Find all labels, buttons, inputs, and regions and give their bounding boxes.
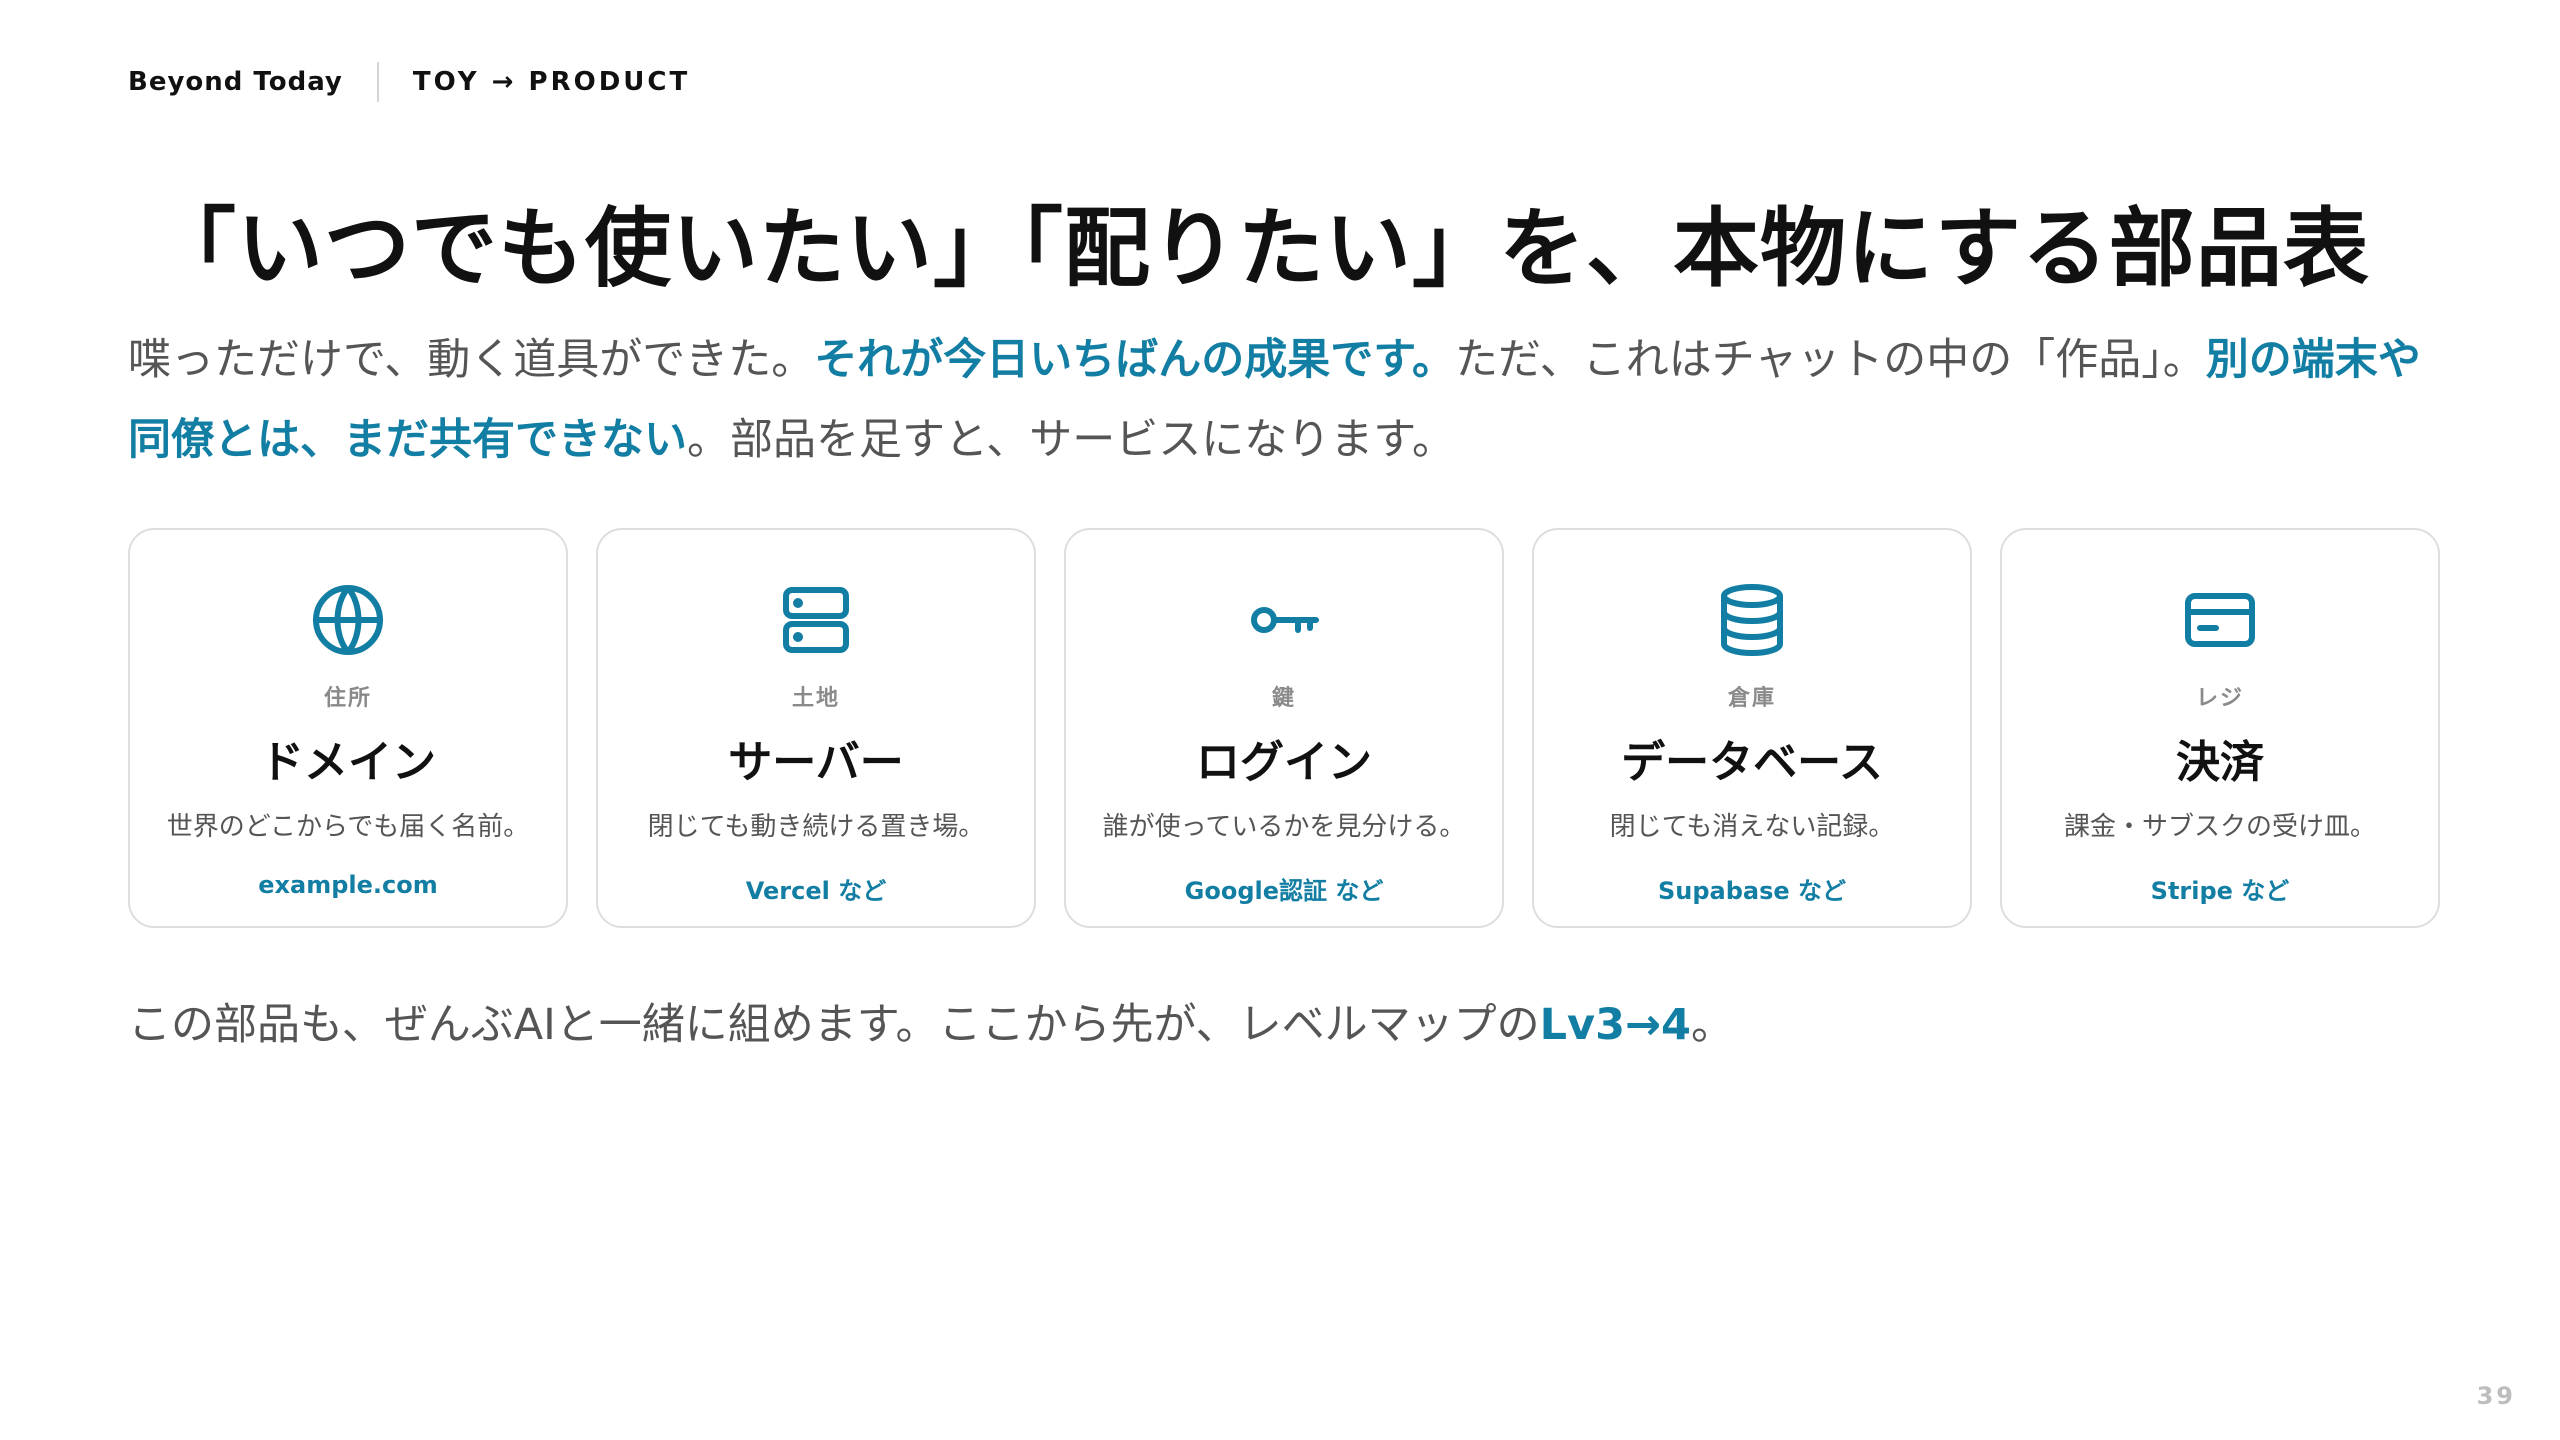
card-database: 倉庫 データベース 閉じても消えない記録。 Supabase など: [1532, 528, 1972, 928]
card-name: 決済: [2176, 737, 2264, 788]
slide-header: Beyond Today TOY → PRODUCT: [128, 62, 690, 102]
card-name: データベース: [1621, 737, 1883, 788]
card-example: Google認証 など: [1184, 877, 1384, 905]
globe-icon: [308, 580, 388, 660]
card-example: example.com: [258, 871, 438, 899]
card-description: 課金・サブスクの受け皿。: [2063, 812, 2376, 842]
card-name: ドメイン: [260, 737, 436, 788]
card-name: サーバー: [728, 737, 904, 788]
server-icon: [776, 580, 856, 660]
lead-text-3: 。部品を足すと、サービスになります。: [687, 415, 1455, 465]
card-description: 世界のどこからでも届く名前。: [166, 812, 530, 842]
card-payment: レジ 決済 課金・サブスクの受け皿。 Stripe など: [2000, 528, 2440, 928]
brand-label: Beyond Today: [128, 67, 343, 97]
footer-end: 。: [1690, 1000, 1734, 1050]
credit-card-icon: [2180, 580, 2260, 660]
footer-highlight: Lv3→4: [1539, 1000, 1691, 1050]
card-description: 誰が使っているかを見分ける。: [1102, 812, 1466, 842]
card-domain: 住所 ドメイン 世界のどこからでも届く名前。 example.com: [128, 528, 568, 928]
lead-paragraph: 喋っただけで、動く道具ができた。それが今日いちばんの成果です。ただ、これはチャッ…: [128, 320, 2448, 480]
database-icon: [1712, 580, 1792, 660]
card-name: ログイン: [1196, 737, 1372, 788]
page-number: 39: [2476, 1382, 2516, 1410]
slide-title: 「いつでも使いたい」「配りたい」を、本物にする部品表: [150, 199, 2370, 299]
lead-text-2: ただ、これはチャットの中の「作品」。: [1454, 335, 2206, 385]
lead-text-1: 喋っただけで、動く道具ができた。: [128, 335, 815, 385]
card-tag: 鍵: [1271, 686, 1296, 711]
footer-paragraph: この部品も、ぜんぶAIと一緒に組めます。ここから先が、レベルマップのLv3→4。: [128, 990, 1734, 1052]
card-description: 閉じても動き続ける置き場。: [647, 812, 985, 842]
section-label: TOY → PRODUCT: [412, 67, 691, 97]
card-server: 土地 サーバー 閉じても動き続ける置き場。 Vercel など: [596, 528, 1036, 928]
card-example: Supabase など: [1657, 877, 1847, 905]
component-cards: 住所 ドメイン 世界のどこからでも届く名前。 example.com 土地 サー…: [128, 528, 2440, 928]
header-divider: [376, 62, 379, 102]
card-tag: 土地: [791, 686, 840, 711]
key-icon: [1244, 580, 1324, 660]
card-tag: レジ: [2195, 686, 2244, 711]
card-example: Vercel など: [745, 877, 887, 905]
card-login: 鍵 ログイン 誰が使っているかを見分ける。 Google認証 など: [1064, 528, 1504, 928]
lead-highlight-1: それが今日いちばんの成果です。: [814, 335, 1455, 385]
card-description: 閉じても消えない記録。: [1609, 812, 1895, 842]
card-tag: 住所: [323, 686, 372, 711]
card-tag: 倉庫: [1727, 686, 1776, 711]
footer-text: この部品も、ぜんぶAIと一緒に組めます。ここから先が、レベルマップの: [128, 1000, 1540, 1050]
card-example: Stripe など: [2150, 877, 2290, 905]
